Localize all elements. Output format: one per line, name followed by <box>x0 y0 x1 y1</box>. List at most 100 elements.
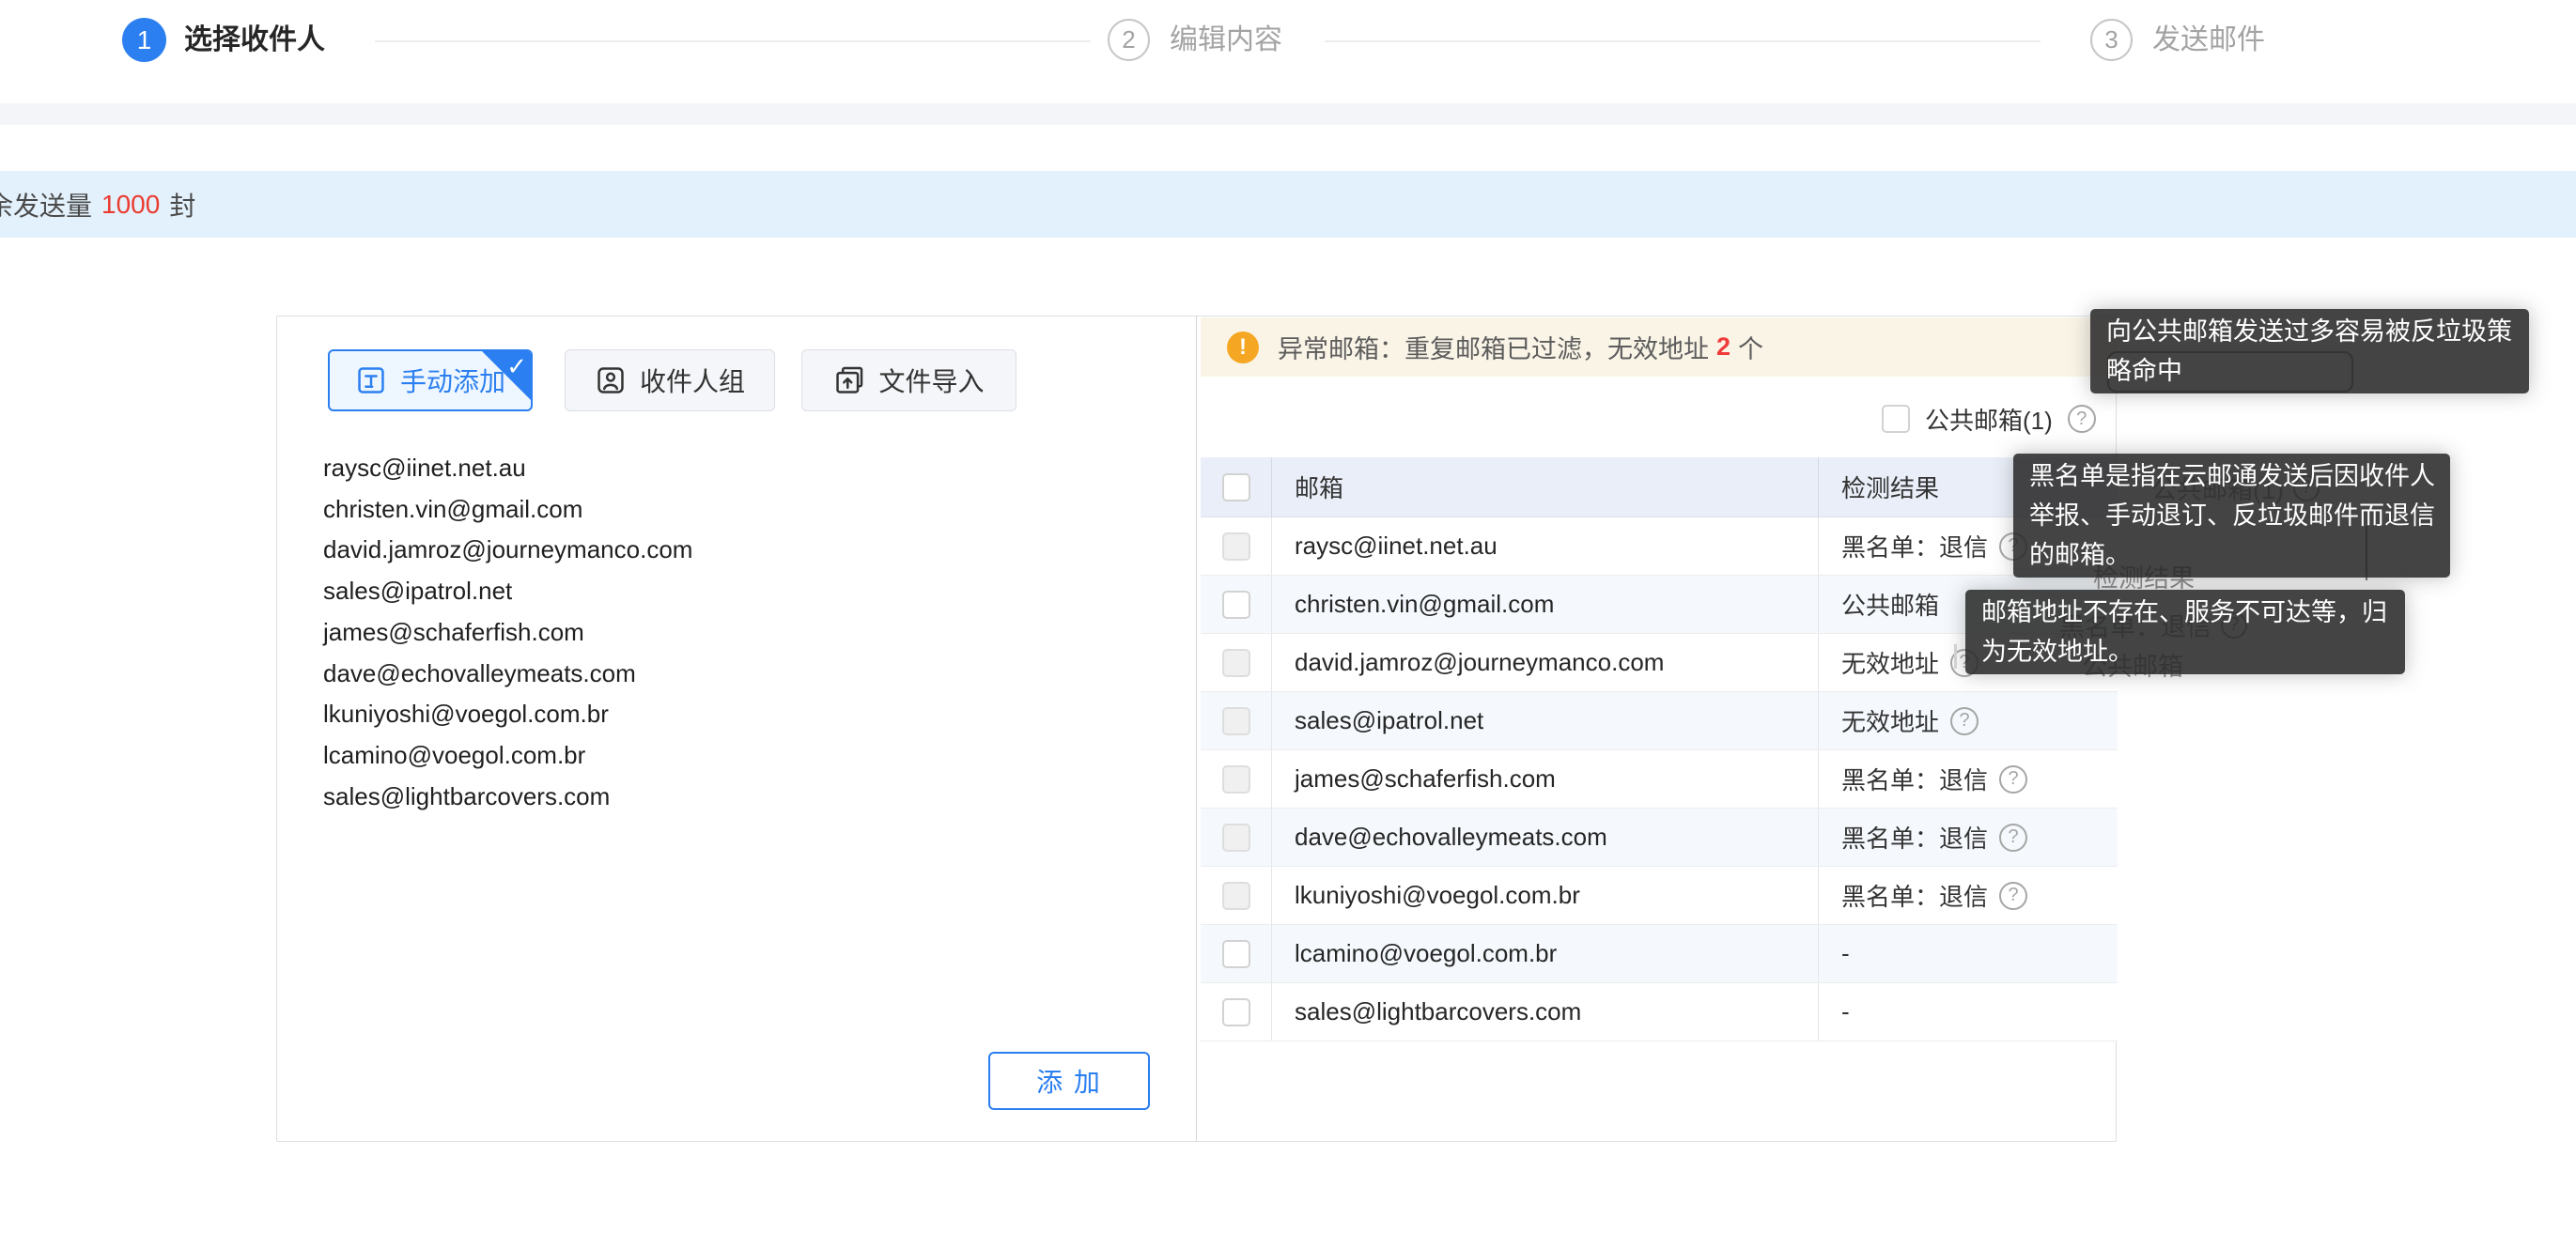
step-1-label: 选择收件人 <box>184 24 325 56</box>
row-checkbox <box>1222 707 1250 735</box>
row-checkbox <box>1222 765 1250 794</box>
tooltip-line: 举报、手动退订、反垃圾邮件而退信 <box>2029 496 2434 535</box>
row-result: - <box>1841 997 1850 1026</box>
row-email: david.jamroz@journeymanco.com <box>1271 634 1818 691</box>
public-mailbox-label: 公共邮箱(1) <box>1925 402 2053 437</box>
row-result: 黑名单：退信 <box>1841 762 1988 796</box>
recipient-email: sales@lightbarcovers.com <box>323 777 1150 818</box>
tab-file-import[interactable]: 文件导入 <box>801 349 1016 411</box>
tooltip-line: 向公共邮箱发送过多容易被反垃圾策 <box>2106 312 2513 351</box>
recipient-email: christen.vin@gmail.com <box>323 489 1150 531</box>
step-2-label: 编辑内容 <box>1170 24 1282 56</box>
row-checkbox <box>1222 649 1250 677</box>
quota-suffix: 封 <box>169 186 195 224</box>
row-checkbox <box>1222 824 1250 852</box>
recipient-email: lkuniyoshi@voegol.com.br <box>323 694 1150 735</box>
row-email: christen.vin@gmail.com <box>1271 576 1818 633</box>
quota-text: 余发送量1000封 <box>0 171 195 238</box>
add-button[interactable]: 添 加 <box>988 1052 1150 1110</box>
recipient-email: sales@ipatrol.net <box>323 571 1150 612</box>
tab-recipient-group-label: 收件人组 <box>640 362 745 399</box>
row-checkbox[interactable] <box>1222 591 1250 619</box>
file-import-icon <box>833 364 865 396</box>
tab-recipient-group[interactable]: 收件人组 <box>565 349 775 411</box>
step-1-circle: 1 <box>122 18 166 62</box>
row-result: 无效地址 <box>1841 703 1939 738</box>
warning-icon <box>1227 332 1259 363</box>
tooltip-line: 黑名单是指在云邮通发送后因收件人 <box>2029 456 2434 496</box>
row-result: 黑名单：退信 <box>1841 878 1988 913</box>
warning-suffix: 个 <box>1738 329 1763 365</box>
row-email: sales@ipatrol.net <box>1271 692 1818 749</box>
email-input-area[interactable]: raysc@iinet.net.auchristen.vin@gmail.com… <box>323 448 1150 817</box>
manual-add-icon <box>355 364 387 396</box>
tooltip-blacklist: 黑名单是指在云邮通发送后因收件人举报、手动退订、反垃圾邮件而退信的邮箱。 <box>2013 454 2450 578</box>
pane-divider <box>1196 316 1197 1141</box>
check-result-table: 邮箱 检测结果 raysc@iinet.net.au 黑名单：退信 christen… <box>1201 457 2118 1041</box>
public-mailbox-help-icon[interactable] <box>2068 405 2096 433</box>
row-email: james@schaferfish.com <box>1271 750 1818 808</box>
recipient-email: dave@echovalleymeats.com <box>323 654 1150 695</box>
row-checkbox[interactable] <box>1222 998 1250 1026</box>
tab-manual-add[interactable]: 手动添加 ✓ <box>328 349 533 411</box>
step-3-circle: 3 <box>2090 19 2133 61</box>
row-email: lcamino@voegol.com.br <box>1271 925 1818 982</box>
step-1-number: 1 <box>137 25 152 55</box>
ghost-edge-line <box>1954 644 1957 669</box>
warning-text: 异常邮箱：重复邮箱已过滤，无效地址 <box>1278 329 1709 365</box>
table-header-row: 邮箱 检测结果 <box>1201 457 2118 517</box>
table-row: lcamino@voegol.com.br- <box>1201 925 2118 983</box>
table-row: raysc@iinet.net.au 黑名单：退信 <box>1201 517 2118 576</box>
row-checkbox <box>1222 532 1250 561</box>
quota-banner: 余发送量1000封 <box>0 171 2576 238</box>
row-checkbox <box>1222 882 1250 910</box>
tooltip-line: 邮箱地址不存在、服务不可达等，归 <box>1981 593 2389 632</box>
row-result: 黑名单：退信 <box>1841 529 1988 563</box>
tab-file-import-label: 文件导入 <box>878 362 984 399</box>
recipient-email: david.jamroz@journeymanco.com <box>323 530 1150 571</box>
result-help-icon[interactable] <box>1950 707 1979 735</box>
step-3-number: 3 <box>2104 25 2118 54</box>
row-email: raysc@iinet.net.au <box>1271 517 1818 575</box>
table-row: lkuniyoshi@voegol.com.br 黑名单：退信 <box>1201 867 2118 925</box>
step-2-circle: 2 <box>1108 19 1150 61</box>
tooltip-public-mailbox: 向公共邮箱发送过多容易被反垃圾策略命中 <box>2090 309 2529 393</box>
public-mailbox-filter: 公共邮箱(1) <box>1882 400 2096 438</box>
recipient-email: lcamino@voegol.com.br <box>323 735 1150 777</box>
email-wizard-screen: 1 选择收件人 2 编辑内容 3 发送邮件 余发送量1000封 手动添加 ✓ <box>0 0 2576 1249</box>
table-row: sales@ipatrol.net 无效地址 <box>1201 692 2118 750</box>
row-result: - <box>1841 939 1850 968</box>
selected-check-icon: ✓ <box>506 352 527 381</box>
header-separator-band <box>0 103 2576 125</box>
step-connector-2 <box>1325 40 2041 42</box>
row-result: 黑名单：退信 <box>1841 820 1988 855</box>
row-email: lkuniyoshi@voegol.com.br <box>1271 867 1818 924</box>
step-3-label: 发送邮件 <box>2152 24 2265 56</box>
result-help-icon[interactable] <box>1999 765 2027 794</box>
tooltip-invalid-address: 邮箱地址不存在、服务不可达等，归为无效地址。 <box>1965 590 2405 674</box>
table-row: dave@echovalleymeats.com 黑名单：退信 <box>1201 809 2118 867</box>
tooltip-line: 略命中 <box>2106 351 2513 391</box>
table-row: james@schaferfish.com 黑名单：退信 <box>1201 750 2118 809</box>
step-connector-1 <box>375 40 1091 42</box>
tooltip-line: 为无效地址。 <box>1981 632 2389 671</box>
recipient-selection-panel: 手动添加 ✓ 收件人组 文件导入 raysc@iinet.net.auchris… <box>276 316 2117 1142</box>
column-header-email: 邮箱 <box>1271 457 1818 517</box>
tooltip-line: 的邮箱。 <box>2029 535 2434 575</box>
public-mailbox-checkbox[interactable] <box>1882 405 1910 433</box>
row-email: dave@echovalleymeats.com <box>1271 809 1818 866</box>
result-help-icon[interactable] <box>1999 824 2027 852</box>
quota-prefix: 余发送量 <box>0 186 92 224</box>
row-email: sales@lightbarcovers.com <box>1271 983 1818 1041</box>
result-help-icon[interactable] <box>1999 882 2027 910</box>
table-row: sales@lightbarcovers.com- <box>1201 983 2118 1041</box>
select-all-checkbox[interactable] <box>1222 473 1250 501</box>
step-2-number: 2 <box>1122 25 1135 54</box>
row-checkbox[interactable] <box>1222 940 1250 968</box>
recipient-email: raysc@iinet.net.au <box>323 448 1150 489</box>
recipient-group-icon <box>595 364 627 396</box>
abnormal-warning-banner: 异常邮箱：重复邮箱已过滤，无效地址 2 个 <box>1201 317 2117 377</box>
quota-count: 1000 <box>92 190 169 220</box>
recipient-email: james@schaferfish.com <box>323 612 1150 654</box>
warning-invalid-count: 2 <box>1709 332 1738 362</box>
